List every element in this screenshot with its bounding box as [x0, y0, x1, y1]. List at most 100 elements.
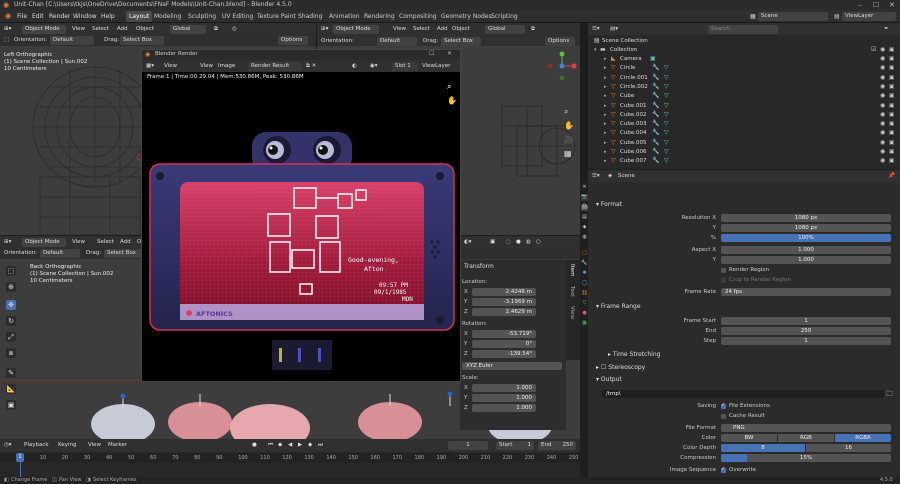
constraints-props-icon[interactable]: ⛓: [581, 290, 588, 297]
frame-end-field[interactable]: 250: [721, 327, 891, 335]
tab-sculpting[interactable]: Sculpting: [185, 11, 219, 22]
menu-timeline-view[interactable]: View: [88, 441, 101, 450]
tab-modeling[interactable]: Modeling: [151, 11, 184, 22]
location-y-field[interactable]: -3.1969 m: [472, 298, 536, 306]
frame-rate-select[interactable]: 24 fps: [721, 288, 891, 296]
tab-layout[interactable]: Layout: [126, 11, 153, 22]
render-toggle-icon[interactable]: ▣: [889, 120, 894, 128]
outliner-row-cube[interactable]: ▸ ▽ Cube 🔧 ▽ ◉ ▣: [588, 92, 900, 100]
tab-tool[interactable]: Tool: [569, 286, 575, 297]
visibility-icon[interactable]: ◉: [880, 102, 885, 110]
rotate-tool-icon[interactable]: ↻: [6, 316, 16, 326]
color-depth-16-option[interactable]: 16: [806, 444, 891, 452]
jump-start-icon[interactable]: ⏮: [268, 441, 273, 450]
orientation-selector-bottom[interactable]: Default: [40, 249, 80, 258]
scale-tool-icon[interactable]: ⤢: [6, 332, 16, 342]
object-props-icon[interactable]: ▢: [581, 250, 588, 257]
end-frame-field[interactable]: End 250: [538, 441, 576, 450]
shading-material-icon[interactable]: ◍: [526, 238, 531, 247]
expand-icon[interactable]: ▸: [604, 111, 607, 119]
properties-type-icon[interactable]: ☰▾: [592, 172, 600, 181]
editor-type-icon-right[interactable]: ⊞▾: [321, 25, 328, 34]
shading-solid-icon[interactable]: ●: [516, 238, 521, 247]
render-toggle-icon[interactable]: ▣: [889, 55, 894, 63]
menu-edit[interactable]: Edit: [32, 10, 44, 23]
render-toggle-icon[interactable]: ▣: [889, 74, 894, 82]
outliner-row-circle-001[interactable]: ▸ ▽ Circle.001 🔧 ▽ ◉ ▣: [588, 74, 900, 82]
visibility-icon[interactable]: ◉: [880, 157, 885, 165]
orientation-selector[interactable]: Default: [50, 36, 94, 45]
prev-key-icon[interactable]: ◆: [278, 441, 282, 450]
overwrite-checkbox[interactable]: [721, 466, 726, 473]
visibility-icon[interactable]: ◉: [880, 92, 885, 100]
output-panel-header[interactable]: ▾ Output: [596, 375, 622, 384]
expand-icon[interactable]: ▸: [604, 102, 607, 110]
outliner-row-circle[interactable]: ▸ ▽ Circle 🔧 ▽ ◉ ▣: [588, 64, 900, 72]
snap-icon[interactable]: ⧉: [214, 25, 218, 34]
zoom-icon[interactable]: ⌕: [564, 107, 568, 117]
display-mode-icon[interactable]: ▤▾: [610, 25, 618, 34]
overlay-toggle-icon[interactable]: ◐: [352, 62, 357, 71]
transform-tool-icon[interactable]: ⧈: [6, 348, 16, 358]
outliner-row-camera[interactable]: ▸ ◣ Camera ▣ ◉ ▣: [588, 55, 900, 63]
menu-select[interactable]: Select: [92, 25, 109, 34]
collection-render-icon[interactable]: ▣: [889, 46, 894, 54]
rotation-y-field[interactable]: 0°: [472, 340, 536, 348]
timeline-type-icon[interactable]: ◷▾: [4, 441, 12, 450]
render-toggle-icon[interactable]: ▣: [889, 148, 894, 156]
menu-help[interactable]: Help: [101, 10, 115, 23]
collection-visibility-icon[interactable]: ◉: [880, 46, 885, 54]
menu-add-right[interactable]: Add: [437, 25, 448, 34]
resolution-x-field[interactable]: 1080 px: [721, 214, 891, 222]
resolution-y-field[interactable]: 1080 px: [721, 224, 891, 232]
shading-wire-icon[interactable]: ◌: [506, 238, 511, 247]
menu-view-bottom[interactable]: View: [72, 238, 85, 247]
render-region-checkbox[interactable]: [721, 268, 726, 273]
snap-icon-right[interactable]: ⧉: [531, 25, 535, 34]
tab-animation[interactable]: Animation: [326, 11, 363, 22]
render-toggle-icon[interactable]: ▣: [889, 157, 894, 165]
camera-view-icon[interactable]: 🎥: [564, 135, 574, 144]
outliner-row-cube-002[interactable]: ▸ ▽ Cube.002 🔧 ▽ ◉ ▣: [588, 111, 900, 119]
modifier-props-icon[interactable]: 🔧: [581, 260, 588, 267]
expand-icon[interactable]: ▸: [604, 83, 607, 91]
location-x-field[interactable]: 2.4246 m: [472, 288, 536, 296]
drag-selector-bottom[interactable]: Select Box: [104, 249, 144, 258]
physics-props-icon[interactable]: ◯: [581, 280, 588, 287]
visibility-icon[interactable]: ◉: [880, 83, 885, 91]
render-menu-view[interactable]: View: [164, 62, 177, 71]
outliner-row-cube-001[interactable]: ▸ ▽ Cube.001 🔧 ▽ ◉ ▣: [588, 102, 900, 110]
color-bw-option[interactable]: BW: [721, 434, 777, 442]
timeline[interactable]: ◷▾ Playback Keying View Marker ● ⏮ ◆ ◀ ▶…: [0, 439, 580, 477]
overlay-icon[interactable]: ◐▾: [464, 238, 472, 247]
tab-scripting[interactable]: Scripting: [488, 11, 521, 22]
view-layer-selector[interactable]: ViewLayer: [842, 12, 896, 21]
render-toggle-icon[interactable]: ▣: [889, 92, 894, 100]
particles-props-icon[interactable]: ✺: [581, 270, 588, 277]
pin-icon[interactable]: 📌: [888, 172, 895, 181]
render-toggle-icon[interactable]: ▣: [889, 139, 894, 147]
view-layer-props-icon[interactable]: ▤: [581, 214, 588, 221]
transform-orientation-right[interactable]: Global: [485, 25, 525, 34]
frame-range-panel-header[interactable]: ▾ Frame Range: [596, 302, 641, 311]
output-path-input[interactable]: /tmp\: [602, 390, 884, 398]
menu-view-right[interactable]: View: [393, 25, 406, 34]
tool-props-icon[interactable]: ✕: [581, 184, 588, 191]
render-minimize-icon[interactable]: ☐: [429, 50, 434, 57]
render-view-layer[interactable]: ViewLayer: [422, 62, 450, 71]
visibility-icon[interactable]: ◉: [880, 129, 885, 137]
color-depth-8-option[interactable]: 8: [721, 444, 805, 452]
expand-icon[interactable]: ▸: [604, 157, 607, 165]
frame-step-field[interactable]: 1: [721, 337, 891, 345]
visibility-icon[interactable]: ◉: [880, 120, 885, 128]
close-icon[interactable]: ✕: [889, 0, 895, 10]
navigation-gizmo[interactable]: [547, 51, 577, 81]
outliner-row-cube-004[interactable]: ▸ ▽ Cube.004 🔧 ▽ ◉ ▣: [588, 129, 900, 137]
transform-orientation[interactable]: Global: [170, 25, 206, 34]
frame-start-field[interactable]: 1: [721, 317, 891, 325]
outliner-row-cube-003[interactable]: ▸ ▽ Cube.003 🔧 ▽ ◉ ▣: [588, 120, 900, 128]
outliner-row-cube-005[interactable]: ▸ ▽ Cube.005 🔧 ▽ ◉ ▣: [588, 139, 900, 147]
mode-selector-bottom[interactable]: Object Mode: [22, 238, 66, 247]
resolution-percent-field[interactable]: 100%: [721, 234, 891, 242]
visibility-icon[interactable]: ◉: [880, 148, 885, 156]
